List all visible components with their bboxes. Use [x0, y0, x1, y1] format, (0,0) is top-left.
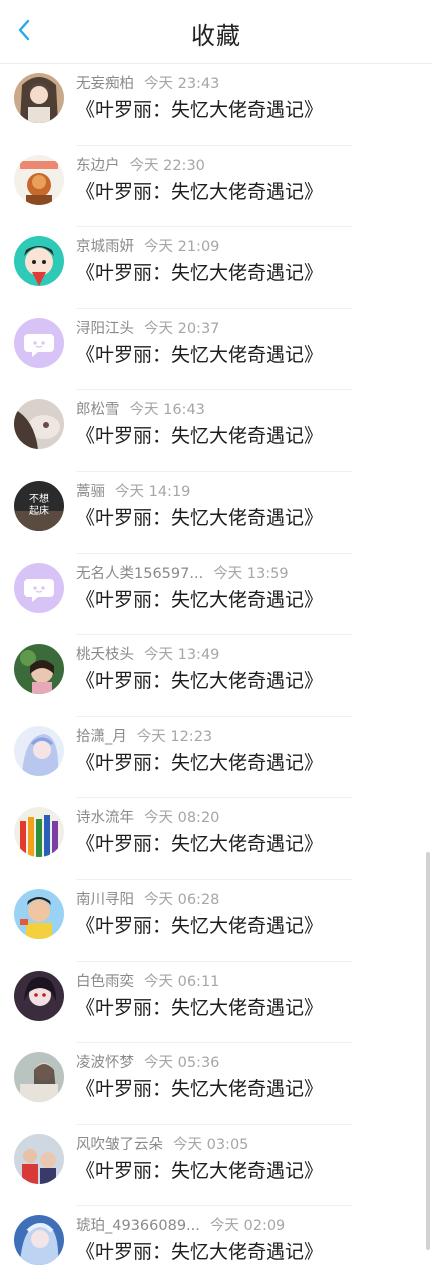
book-title[interactable]: 《叶罗丽：失忆大佬奇遇记》	[76, 503, 323, 530]
user-name[interactable]: 无妄痴柏	[76, 76, 134, 92]
book-title[interactable]: 《叶罗丽：失忆大佬奇遇记》	[76, 748, 323, 775]
item-meta: 南川寻阳 今天 06:28	[76, 888, 219, 909]
timestamp: 今天 23:43	[144, 76, 220, 92]
item-meta: 京城雨妍 今天 21:09	[76, 235, 219, 256]
timestamp: 今天 14:19	[115, 483, 191, 500]
book-title[interactable]: 《叶罗丽：失忆大佬奇遇记》	[76, 258, 323, 285]
list-item[interactable]: 无妄痴柏 今天 23:43 《叶罗丽：失忆大佬奇遇记》	[0, 64, 432, 146]
scrollbar[interactable]	[426, 852, 430, 1250]
list-item[interactable]: 风吹皱了云朵 今天 03:05 《叶罗丽：失忆大佬奇遇记》	[0, 1125, 432, 1207]
avatar[interactable]	[14, 399, 64, 450]
user-name[interactable]: 浔阳江头	[76, 321, 134, 337]
book-title[interactable]: 《叶罗丽：失忆大佬奇遇记》	[76, 993, 323, 1020]
book-title[interactable]: 《叶罗丽：失忆大佬奇遇记》	[76, 666, 323, 693]
item-meta: 郎松雪 今天 16:43	[76, 398, 205, 419]
user-name[interactable]: 琥珀_49366089...	[76, 1218, 200, 1234]
user-name[interactable]: 凌波怀梦	[76, 1055, 134, 1071]
list-item[interactable]: 京城雨妍 今天 21:09 《叶罗丽：失忆大佬奇遇记》	[0, 227, 432, 309]
default-avatar-icon[interactable]	[14, 317, 64, 368]
item-meta: 诗水流年 今天 08:20	[76, 806, 219, 827]
list-item[interactable]: 不想 起床 蒿骊 今天 14:19 《叶罗丽：失忆大佬奇遇记》	[0, 472, 432, 554]
user-name[interactable]: 风吹皱了云朵	[76, 1137, 163, 1153]
favorites-page: 收藏 无妄痴柏 今天 23:43 《叶罗丽：失忆大佬奇遇记》 东边户 今天 22:30 《…	[0, 0, 432, 1280]
user-name[interactable]: 诗水流年	[76, 810, 134, 826]
avatar[interactable]	[14, 1052, 64, 1103]
item-meta: 风吹皱了云朵 今天 03:05	[76, 1133, 248, 1154]
book-title[interactable]: 《叶罗丽：失忆大佬奇遇记》	[76, 911, 323, 938]
avatar[interactable]	[14, 236, 64, 287]
timestamp: 今天 13:59	[213, 565, 289, 582]
list-item[interactable]: 白色雨奕 今天 06:11 《叶罗丽：失忆大佬奇遇记》	[0, 962, 432, 1044]
user-name[interactable]: 蒿骊	[76, 484, 105, 500]
item-meta: 桃夭枝头 今天 13:49	[76, 643, 219, 664]
timestamp: 今天 16:43	[129, 402, 205, 419]
timestamp: 今天 06:11	[144, 973, 220, 990]
book-title[interactable]: 《叶罗丽：失忆大佬奇遇记》	[76, 421, 323, 448]
item-meta: 东边户 今天 22:30	[76, 154, 205, 175]
list-item[interactable]: 无名人类156597... 今天 13:59 《叶罗丽：失忆大佬奇遇记》	[0, 554, 432, 636]
book-title[interactable]: 《叶罗丽：失忆大佬奇遇记》	[76, 340, 323, 367]
user-name[interactable]: 南川寻阳	[76, 892, 134, 908]
item-meta: 无名人类156597... 今天 13:59	[76, 562, 289, 583]
avatar[interactable]	[14, 154, 64, 205]
timestamp: 今天 21:09	[144, 239, 220, 256]
item-meta: 琥珀_49366089... 今天 02:09	[76, 1214, 285, 1235]
top-bar: 收藏	[0, 0, 432, 64]
timestamp: 今天 12:23	[136, 728, 213, 745]
list-item[interactable]: 南川寻阳 今天 06:28 《叶罗丽：失忆大佬奇遇记》	[0, 880, 432, 962]
avatar[interactable]	[14, 888, 64, 939]
list-item[interactable]: 凌波怀梦 今天 05:36 《叶罗丽：失忆大佬奇遇记》	[0, 1043, 432, 1125]
user-name[interactable]: 桃夭枝头	[76, 647, 134, 663]
timestamp: 今天 22:30	[129, 157, 205, 174]
avatar[interactable]	[14, 73, 64, 123]
book-title[interactable]: 《叶罗丽：失忆大佬奇遇记》	[76, 177, 323, 204]
timestamp: 今天 08:20	[144, 810, 220, 827]
list-item[interactable]: 桃夭枝头 今天 13:49 《叶罗丽：失忆大佬奇遇记》	[0, 635, 432, 717]
user-name[interactable]: 拾潇_月	[76, 729, 127, 745]
book-title[interactable]: 《叶罗丽：失忆大佬奇遇记》	[76, 1074, 323, 1101]
item-meta: 无妄痴柏 今天 23:43	[76, 72, 219, 93]
timestamp: 今天 13:49	[144, 647, 220, 664]
book-title[interactable]: 《叶罗丽：失忆大佬奇遇记》	[76, 829, 323, 856]
page-title: 收藏	[191, 22, 241, 50]
timestamp: 今天 20:37	[144, 320, 220, 337]
svg-text:不想: 不想	[29, 492, 49, 505]
item-meta: 白色雨奕 今天 06:11	[76, 970, 219, 991]
item-meta: 拾潇_月 今天 12:23	[76, 725, 212, 746]
default-avatar-icon[interactable]	[14, 562, 64, 613]
list-item[interactable]: 拾潇_月 今天 12:23 《叶罗丽：失忆大佬奇遇记》	[0, 717, 432, 799]
avatar[interactable]	[14, 725, 64, 776]
avatar[interactable]: 不想 起床	[14, 480, 64, 531]
user-name[interactable]: 无名人类156597...	[76, 566, 203, 582]
favorites-list: 无妄痴柏 今天 23:43 《叶罗丽：失忆大佬奇遇记》 东边户 今天 22:30 《叶罗丽…	[0, 64, 432, 1280]
book-title[interactable]: 《叶罗丽：失忆大佬奇遇记》	[76, 585, 323, 612]
timestamp: 今天 06:28	[144, 891, 220, 908]
svg-text:起床: 起床	[29, 504, 49, 517]
user-name[interactable]: 郎松雪	[76, 402, 120, 418]
avatar[interactable]	[14, 970, 64, 1021]
list-item[interactable]: 浔阳江头 今天 20:37 《叶罗丽：失忆大佬奇遇记》	[0, 309, 432, 391]
timestamp: 今天 02:09	[209, 1218, 286, 1235]
timestamp: 今天 05:36	[144, 1055, 220, 1072]
item-meta: 浔阳江头 今天 20:37	[76, 317, 219, 338]
item-meta: 蒿骊 今天 14:19	[76, 480, 190, 501]
user-name[interactable]: 白色雨奕	[76, 974, 134, 990]
avatar[interactable]	[14, 1133, 64, 1184]
list-item[interactable]: 诗水流年 今天 08:20 《叶罗丽：失忆大佬奇遇记》	[0, 798, 432, 880]
user-name[interactable]: 东边户	[76, 158, 120, 174]
book-title[interactable]: 《叶罗丽：失忆大佬奇遇记》	[76, 95, 323, 122]
book-title[interactable]: 《叶罗丽：失忆大佬奇遇记》	[76, 1156, 323, 1183]
user-name[interactable]: 京城雨妍	[76, 239, 134, 255]
list-item[interactable]: 郎松雪 今天 16:43 《叶罗丽：失忆大佬奇遇记》	[0, 390, 432, 472]
timestamp: 今天 03:05	[173, 1136, 249, 1153]
list-item[interactable]: 东边户 今天 22:30 《叶罗丽：失忆大佬奇遇记》	[0, 146, 432, 228]
avatar[interactable]	[14, 1215, 64, 1266]
list-item[interactable]: 琥珀_49366089... 今天 02:09 《叶罗丽：失忆大佬奇遇记》	[0, 1206, 432, 1280]
avatar[interactable]	[14, 644, 64, 695]
book-title[interactable]: 《叶罗丽：失忆大佬奇遇记》	[76, 1237, 323, 1264]
item-meta: 凌波怀梦 今天 05:36	[76, 1051, 219, 1072]
avatar[interactable]	[14, 807, 64, 858]
